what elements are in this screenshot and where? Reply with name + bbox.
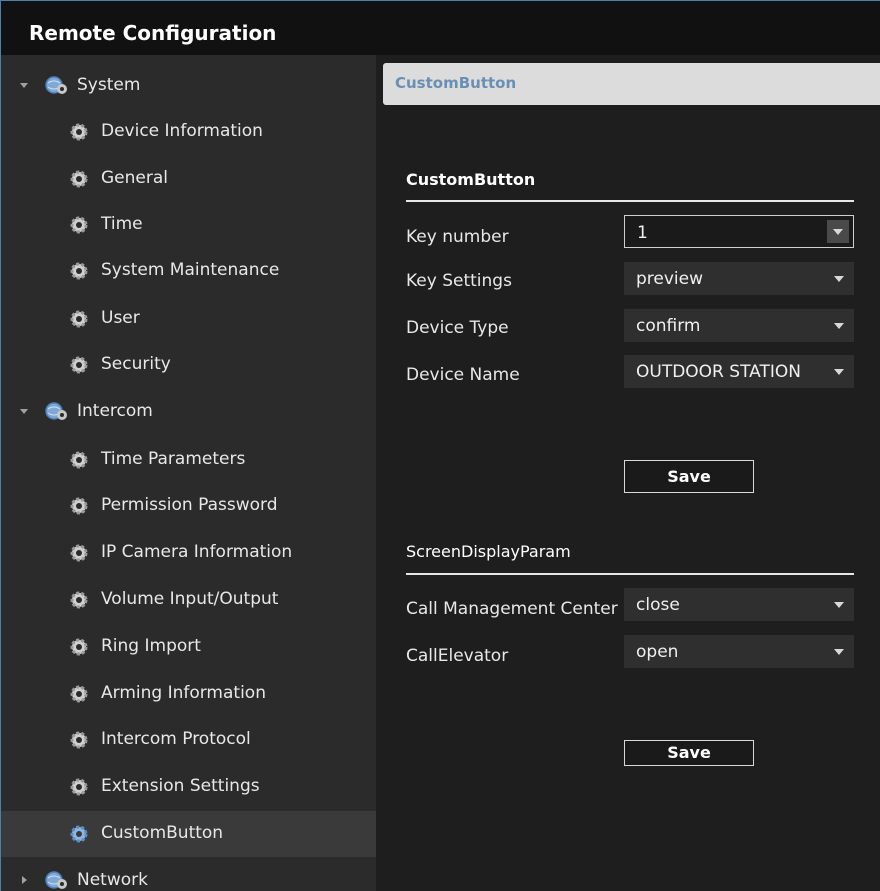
gear-icon bbox=[70, 544, 88, 562]
key-number-value: 1 bbox=[637, 223, 648, 243]
sidebar-item-security[interactable]: Security bbox=[1, 342, 376, 388]
gear-icon bbox=[70, 216, 88, 234]
key-settings-label: Key Settings bbox=[406, 271, 512, 291]
sidebar-item-label: Security bbox=[101, 354, 171, 374]
tree-group-label: Network bbox=[77, 870, 148, 890]
gear-icon bbox=[70, 310, 88, 328]
tree-group-intercom[interactable]: Intercom bbox=[1, 389, 376, 435]
gear-globe-icon bbox=[45, 871, 67, 889]
device-name-value: OUTDOOR STATION bbox=[636, 362, 801, 382]
section-divider bbox=[406, 573, 854, 575]
sidebar-item-extension-settings[interactable]: Extension Settings bbox=[1, 764, 376, 810]
sidebar-item-device-information[interactable]: Device Information bbox=[1, 109, 376, 155]
section-title-screen-display: ScreenDisplayParam bbox=[406, 542, 571, 561]
sidebar-item-custombutton[interactable]: CustomButton bbox=[1, 811, 376, 857]
gear-icon bbox=[70, 123, 88, 141]
content-panel: CustomButton CustomButton Key number 1 K… bbox=[376, 55, 880, 891]
sidebar-item-volume-input-output[interactable]: Volume Input/Output bbox=[1, 577, 376, 623]
gear-icon bbox=[70, 356, 88, 374]
gear-icon bbox=[70, 591, 88, 609]
sidebar-item-label: IP Camera Information bbox=[101, 542, 293, 562]
sidebar-item-label: Device Information bbox=[101, 121, 263, 141]
dropdown-button[interactable] bbox=[827, 220, 849, 243]
collapse-arrow-icon[interactable] bbox=[22, 876, 27, 884]
gear-icon bbox=[70, 451, 88, 469]
sidebar-item-user[interactable]: User bbox=[1, 296, 376, 342]
gear-icon bbox=[70, 170, 88, 188]
save-button-screen-display[interactable]: Save bbox=[624, 740, 754, 766]
panel-header: CustomButton bbox=[383, 63, 880, 105]
expand-arrow-icon[interactable] bbox=[20, 83, 28, 88]
gear-icon bbox=[70, 731, 88, 749]
window-title: Remote Configuration bbox=[29, 21, 277, 45]
device-type-value: confirm bbox=[636, 316, 701, 336]
device-name-select[interactable]: OUTDOOR STATION bbox=[624, 355, 854, 388]
sidebar-item-permission-password[interactable]: Permission Password bbox=[1, 483, 376, 529]
call-management-center-select[interactable]: close bbox=[624, 588, 854, 621]
sidebar-item-general[interactable]: General bbox=[1, 156, 376, 202]
expand-arrow-icon[interactable] bbox=[20, 409, 28, 414]
call-elevator-value: open bbox=[636, 642, 679, 662]
sidebar-item-label: Time bbox=[101, 214, 143, 234]
panel-header-title: CustomButton bbox=[395, 74, 517, 92]
call-elevator-select[interactable]: open bbox=[624, 635, 854, 668]
device-type-select[interactable]: confirm bbox=[624, 309, 854, 342]
sidebar-item-label: Permission Password bbox=[101, 495, 278, 515]
key-settings-select[interactable]: preview bbox=[624, 262, 854, 295]
sidebar-item-label: Arming Information bbox=[101, 683, 266, 703]
chevron-down-icon bbox=[834, 602, 844, 608]
call-management-center-value: close bbox=[636, 595, 680, 615]
sidebar-item-time-parameters[interactable]: Time Parameters bbox=[1, 437, 376, 483]
sidebar-item-time[interactable]: Time bbox=[1, 202, 376, 248]
key-settings-value: preview bbox=[636, 269, 704, 289]
call-elevator-label: CallElevator bbox=[406, 646, 509, 666]
section-title-custombutton: CustomButton bbox=[406, 170, 536, 189]
chevron-down-icon bbox=[833, 229, 843, 235]
sidebar-item-label: Extension Settings bbox=[101, 776, 260, 796]
gear-icon bbox=[70, 638, 88, 656]
save-button[interactable]: Save bbox=[624, 460, 754, 493]
tree-group-network[interactable]: Network bbox=[1, 858, 376, 891]
sidebar-item-arming-information[interactable]: Arming Information bbox=[1, 671, 376, 717]
gear-icon bbox=[70, 497, 88, 515]
gear-icon bbox=[70, 685, 88, 703]
sidebar-item-label: User bbox=[101, 308, 140, 328]
chevron-down-icon bbox=[834, 323, 844, 329]
sidebar-item-label: Intercom Protocol bbox=[101, 729, 251, 749]
sidebar-item-label: Volume Input/Output bbox=[101, 589, 279, 609]
sidebar-item-intercom-protocol[interactable]: Intercom Protocol bbox=[1, 717, 376, 763]
key-number-label: Key number bbox=[406, 227, 509, 247]
gear-icon bbox=[70, 825, 88, 843]
gear-icon bbox=[70, 262, 88, 280]
sidebar-item-label: System Maintenance bbox=[101, 260, 280, 280]
sidebar-item-ring-import[interactable]: Ring Import bbox=[1, 624, 376, 670]
call-management-center-label: Call Management Center bbox=[406, 599, 618, 619]
device-type-label: Device Type bbox=[406, 318, 509, 338]
key-number-select[interactable]: 1 bbox=[624, 215, 854, 248]
gear-globe-icon bbox=[45, 402, 67, 420]
tree-group-system[interactable]: System bbox=[1, 63, 376, 109]
sidebar-item-label: CustomButton bbox=[101, 823, 224, 843]
gear-globe-icon bbox=[45, 76, 67, 94]
device-name-label: Device Name bbox=[406, 365, 520, 385]
chevron-down-icon bbox=[834, 369, 844, 375]
title-bar: Remote Configuration bbox=[1, 1, 880, 55]
gear-icon bbox=[70, 778, 88, 796]
sidebar-item-label: General bbox=[101, 168, 168, 188]
sidebar-item-label: Ring Import bbox=[101, 636, 201, 656]
chevron-down-icon bbox=[834, 276, 844, 282]
sidebar-item-system-maintenance[interactable]: System Maintenance bbox=[1, 248, 376, 294]
tree-group-label: Intercom bbox=[77, 401, 153, 421]
tree-group-label: System bbox=[77, 75, 141, 95]
section-divider bbox=[406, 200, 854, 202]
chevron-down-icon bbox=[834, 649, 844, 655]
sidebar-tree: System Device Information General Time S… bbox=[1, 55, 376, 891]
sidebar-item-ip-camera-information[interactable]: IP Camera Information bbox=[1, 530, 376, 576]
sidebar-item-label: Time Parameters bbox=[101, 449, 246, 469]
